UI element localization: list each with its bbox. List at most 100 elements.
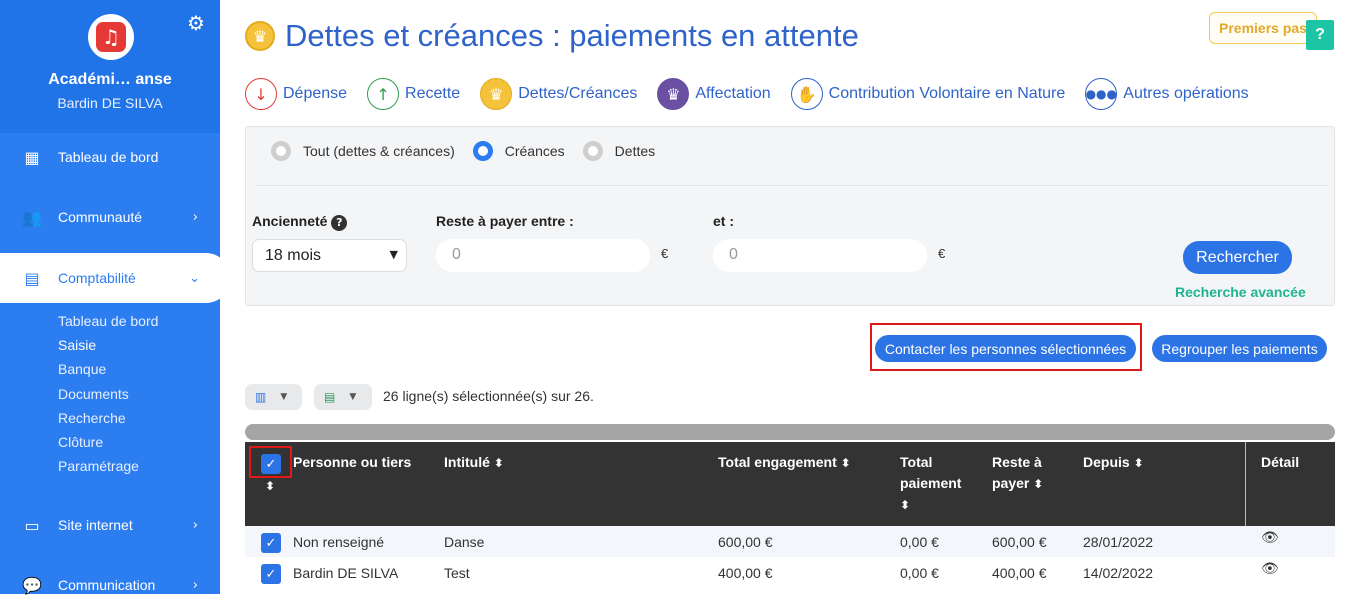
col-total-paiement[interactable]: Total paiement ⬍ bbox=[900, 452, 970, 516]
anciennete-select[interactable]: 18 mois ▼ bbox=[252, 239, 407, 272]
gear-icon[interactable]: ⚙ bbox=[187, 11, 205, 35]
selection-info: 26 ligne(s) sélectionnée(s) sur 26. bbox=[383, 388, 594, 404]
columns-menu-button[interactable]: ▥ ▼ bbox=[245, 384, 302, 410]
col-label: Intitulé bbox=[444, 454, 490, 470]
chevron-right-icon: › bbox=[192, 517, 198, 533]
search-button[interactable]: Rechercher bbox=[1183, 241, 1292, 274]
subnav-cloture[interactable]: Clôture bbox=[58, 434, 103, 450]
op-label: Dettes/Créances bbox=[518, 85, 638, 102]
reste-min-input[interactable]: 0 bbox=[436, 239, 650, 272]
page-title-text: Dettes et créances : paiements en attent… bbox=[285, 18, 859, 53]
row-checkbox[interactable]: ✓ bbox=[261, 564, 281, 584]
people-icon: 👥 bbox=[22, 207, 42, 227]
op-dettes-creances[interactable]: ♛ Dettes/Créances bbox=[480, 78, 637, 110]
op-depense[interactable]: ↓ Dépense bbox=[245, 78, 347, 110]
arrow-up-icon: ↑ bbox=[367, 78, 400, 110]
op-contribution[interactable]: ✋ Contribution Volontaire en Nature bbox=[790, 78, 1066, 110]
sidebar-item-comptabilite[interactable]: ▤ Comptabilité ⌄ bbox=[0, 253, 230, 303]
cell-label: Danse bbox=[444, 534, 485, 550]
op-affectation[interactable]: ♛ Affectation bbox=[657, 78, 771, 110]
subnav-recherche[interactable]: Recherche bbox=[58, 410, 126, 426]
chevron-down-icon: ⌄ bbox=[189, 270, 200, 286]
radio-creances[interactable]: Créances bbox=[472, 141, 565, 161]
reste-label: Reste à payer entre : bbox=[436, 213, 574, 229]
cell-engagement: 600,00 € bbox=[718, 534, 773, 550]
col-person[interactable]: Personne ou tiers bbox=[293, 452, 411, 473]
sidebar-item-tableau-de-bord[interactable]: ▦ Tableau de bord bbox=[0, 133, 220, 181]
calculator-icon: ▤ bbox=[24, 268, 40, 288]
help-button[interactable]: ? bbox=[1306, 20, 1334, 50]
subnav-saisie[interactable]: Saisie bbox=[58, 337, 96, 353]
eye-icon[interactable]: 👁 bbox=[1261, 561, 1279, 577]
chevron-down-icon: ▼ bbox=[389, 248, 398, 261]
sidebar-item-site-internet[interactable]: ▭ Site internet › bbox=[0, 501, 220, 549]
col-intitule[interactable]: Intitulé ⬍ bbox=[444, 452, 504, 474]
cell-person: Non renseigné bbox=[293, 534, 385, 550]
dashboard-icon: ▦ bbox=[24, 147, 40, 167]
divider bbox=[256, 185, 1328, 186]
radio-dot[interactable] bbox=[271, 141, 291, 161]
cell-since: 14/02/2022 bbox=[1083, 565, 1154, 581]
radio-label: Dettes bbox=[614, 143, 656, 159]
operations-bar: ↓ Dépense ↑ Recette ♛ Dettes/Créances ♛ … bbox=[245, 78, 1269, 110]
radio-tout[interactable]: Tout (dettes & créances) bbox=[271, 141, 455, 161]
op-label: Recette bbox=[405, 85, 461, 102]
sidebar: ♫ ⚙ Académi… anse Bardin DE SILVA ▦ Tabl… bbox=[0, 0, 230, 595]
organization-name[interactable]: Académi… anse bbox=[0, 71, 220, 89]
col-label: Total paiement bbox=[900, 454, 962, 491]
premiers-pas-button[interactable]: Premiers pas bbox=[1209, 12, 1317, 44]
subnav-documents[interactable]: Documents bbox=[58, 386, 129, 402]
col-label: Depuis bbox=[1083, 454, 1130, 470]
select-all-checkbox[interactable]: ✓ bbox=[261, 454, 281, 474]
radio-dot[interactable] bbox=[582, 141, 603, 161]
main-content: ♛ Dettes et créances : paiements en atte… bbox=[220, 0, 1352, 594]
op-label: Dépense bbox=[283, 85, 348, 102]
col-total-engagement[interactable]: Total engagement ⬍ bbox=[718, 452, 851, 474]
op-autres[interactable]: ●●● Autres opérations bbox=[1085, 78, 1249, 110]
eye-icon[interactable]: 👁 bbox=[1261, 530, 1279, 546]
row-checkbox[interactable]: ✓ bbox=[261, 533, 281, 553]
crown-icon: ♛ bbox=[245, 21, 275, 51]
contact-selected-button[interactable]: Contacter les personnes sélectionnées bbox=[875, 335, 1136, 362]
op-recette[interactable]: ↑ Recette bbox=[367, 78, 460, 110]
horizontal-scrollbar[interactable] bbox=[245, 424, 1335, 440]
group-payments-button[interactable]: Regrouper les paiements bbox=[1152, 335, 1327, 362]
radio-dettes[interactable]: Dettes bbox=[582, 141, 656, 161]
radio-dot-selected[interactable] bbox=[472, 141, 493, 161]
sidebar-item-communication[interactable]: 💬 Communication › bbox=[0, 561, 220, 609]
caret-down-icon: ▼ bbox=[280, 392, 288, 402]
reste-max-input[interactable]: 0 bbox=[713, 239, 927, 272]
laptop-icon: ▭ bbox=[24, 515, 40, 535]
subnav-banque[interactable]: Banque bbox=[58, 361, 106, 377]
anciennete-value: 18 mois bbox=[265, 247, 322, 264]
cell-since: 28/01/2022 bbox=[1083, 534, 1154, 550]
organization-logo[interactable]: ♫ bbox=[88, 14, 134, 60]
type-radio-group: Tout (dettes & créances) Créances Dettes bbox=[271, 141, 673, 161]
table-row[interactable]: ✓ Bardin DE SILVA Test 400,00 € 0,00 € 4… bbox=[245, 557, 1335, 588]
op-label: Contribution Volontaire en Nature bbox=[828, 85, 1066, 102]
sidebar-item-communaute[interactable]: 👥 Communauté › bbox=[0, 193, 220, 241]
op-label: Affectation bbox=[695, 85, 771, 102]
cell-label: Test bbox=[444, 565, 470, 581]
sidebar-item-label: Communauté bbox=[58, 209, 143, 225]
sidebar-item-label: Communication bbox=[58, 577, 156, 593]
subnav-tableau-de-bord[interactable]: Tableau de bord bbox=[58, 313, 158, 329]
col-depuis[interactable]: Depuis ⬍ bbox=[1083, 452, 1144, 474]
sort-icon: ⬍ bbox=[840, 456, 851, 470]
crown-arrows-icon: ♛ bbox=[657, 78, 690, 110]
op-label: Autres opérations bbox=[1123, 85, 1249, 102]
advanced-search-link[interactable]: Recherche avancée bbox=[1175, 284, 1306, 300]
col-reste[interactable]: Reste à payer ⬍ bbox=[992, 452, 1062, 495]
caret-down-icon: ▼ bbox=[349, 392, 357, 402]
user-name: Bardin DE SILVA bbox=[57, 95, 163, 111]
sort-icon: ⬍ bbox=[900, 498, 911, 512]
help-circle-icon[interactable]: ? bbox=[331, 214, 348, 231]
music-note-icon: ♫ bbox=[96, 22, 126, 52]
subnav-parametrage[interactable]: Paramétrage bbox=[58, 458, 139, 474]
table-row[interactable]: ✓ Non renseigné Danse 600,00 € 0,00 € 60… bbox=[245, 526, 1335, 557]
sidebar-item-label: Comptabilité bbox=[58, 270, 136, 286]
sort-icon[interactable]: ⬍ bbox=[265, 476, 275, 497]
page-title: ♛ Dettes et créances : paiements en atte… bbox=[245, 18, 859, 54]
export-menu-button[interactable]: ▤ ▼ bbox=[314, 384, 372, 410]
anciennete-label: Ancienneté ? bbox=[252, 213, 348, 231]
